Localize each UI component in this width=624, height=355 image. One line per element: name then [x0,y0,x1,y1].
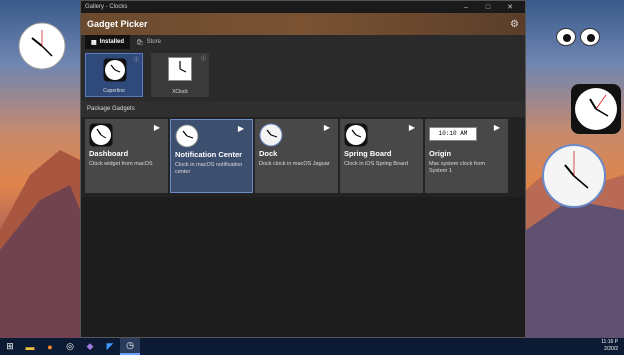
page-title: Gadget Picker [87,19,148,29]
minimize-button[interactable]: – [455,4,477,11]
clocks-app-icon[interactable]: ◷ [120,338,140,355]
start-windows-icon[interactable]: ⊞ [0,338,20,355]
card-title: Notification Center [175,150,243,159]
eye-right [580,28,600,46]
play-icon[interactable]: ▶ [409,123,415,132]
window-title: Gallery - Clocks [85,4,128,10]
window-titlebar: Gallery - Clocks – □ ✕ [81,1,525,13]
firefox-icon[interactable]: ● [40,338,60,355]
analog-clock-icon [175,124,199,148]
section-package-gadgets: Package Gadgets [81,101,525,117]
card-origin[interactable]: 10:10 AM ▶ Origin Mac system clock from … [425,119,508,193]
vscode-icon[interactable]: ◤ [100,338,120,355]
info-icon[interactable]: ⓘ [134,56,139,63]
store-icon: 🛍 [136,39,144,46]
package-gadget-cards: ▶ Dashboard Clock widget from macOS ▶ No… [81,117,525,197]
installed-item-cupertino[interactable]: ⓘ Cupertino [85,53,143,97]
taskbar-date: 2/20/2 [604,346,618,352]
card-description: Mac system clock from System 1 [429,161,485,174]
play-icon[interactable]: ▶ [154,123,160,132]
close-button[interactable]: ✕ [499,3,521,11]
card-description: Clock in iOS Spring Board [344,161,408,167]
installed-item-label: Cupertino [103,88,125,94]
info-icon[interactable]: ⓘ [201,55,206,62]
gadget-picker-window: Gallery - Clocks – □ ✕ Gadget Picker ⚙ ▦… [80,0,526,338]
tab-installed[interactable]: ▦ Installed [85,35,131,49]
play-icon[interactable]: ▶ [238,124,244,133]
dashboard-clock-icon [89,123,113,147]
app-header: Gadget Picker ⚙ [81,13,525,35]
tab-installed-label: Installed [99,39,125,45]
file-explorer-icon[interactable]: ▬ [20,338,40,355]
card-dashboard[interactable]: ▶ Dashboard Clock widget from macOS [85,119,168,193]
play-icon[interactable]: ▶ [494,123,500,132]
play-icon[interactable]: ▶ [324,123,330,132]
card-title: Dock [259,149,278,158]
desktop-analog-clock-left[interactable] [18,22,66,70]
card-spring-board[interactable]: ▶ Spring Board Clock in iOS Spring Board [340,119,423,193]
card-description: Dock clock in macOS Jaguar [259,161,330,167]
desktop-eyes-widget[interactable] [556,28,600,46]
card-description: Clock in macOS notification center [175,162,243,175]
tab-bar: ▦ Installed 🛍 Store [81,35,525,49]
card-notification-center[interactable]: ▶ Notification Center Clock in macOS not… [170,119,253,193]
grid-icon: ▦ [91,39,97,46]
card-dock[interactable]: ▶ Dock Dock clock in macOS Jaguar [255,119,338,193]
taskbar: ⊞ ▬ ● ◎ ◆ ◤ ◷ 11:16 P 2/20/2 [0,338,624,355]
origin-time-badge: 10:10 AM [429,127,477,141]
window-empty-area [81,197,525,337]
installed-item-label: XClock [172,89,188,95]
card-description: Clock widget from macOS [89,161,153,167]
taskbar-clock[interactable]: 11:16 P 2/20/2 [601,339,618,353]
visual-studio-icon[interactable]: ◆ [80,338,100,355]
xclock-icon [168,57,192,81]
card-title: Dashboard [89,149,129,158]
eye-left [556,28,576,46]
card-title: Spring Board [344,149,392,158]
desktop-analog-clock-right-large[interactable] [541,143,607,209]
ios-clock-icon [344,123,368,147]
desktop-ios-clock-right[interactable] [570,83,622,135]
cupertino-clock-icon [103,58,127,82]
tab-store-label: Store [146,39,161,45]
taskbar-time: 11:16 P [601,339,618,345]
card-title: Origin [429,149,452,158]
analog-clock-icon [259,123,283,147]
installed-item-xclock[interactable]: ⓘ XClock [151,53,209,97]
gear-icon[interactable]: ⚙ [510,19,519,30]
installed-gadgets: ⓘ Cupertino ⓘ XClock [81,49,525,101]
tab-store[interactable]: 🛍 Store [130,35,167,49]
app-circle-icon[interactable]: ◎ [60,338,80,355]
maximize-button[interactable]: □ [477,4,499,11]
